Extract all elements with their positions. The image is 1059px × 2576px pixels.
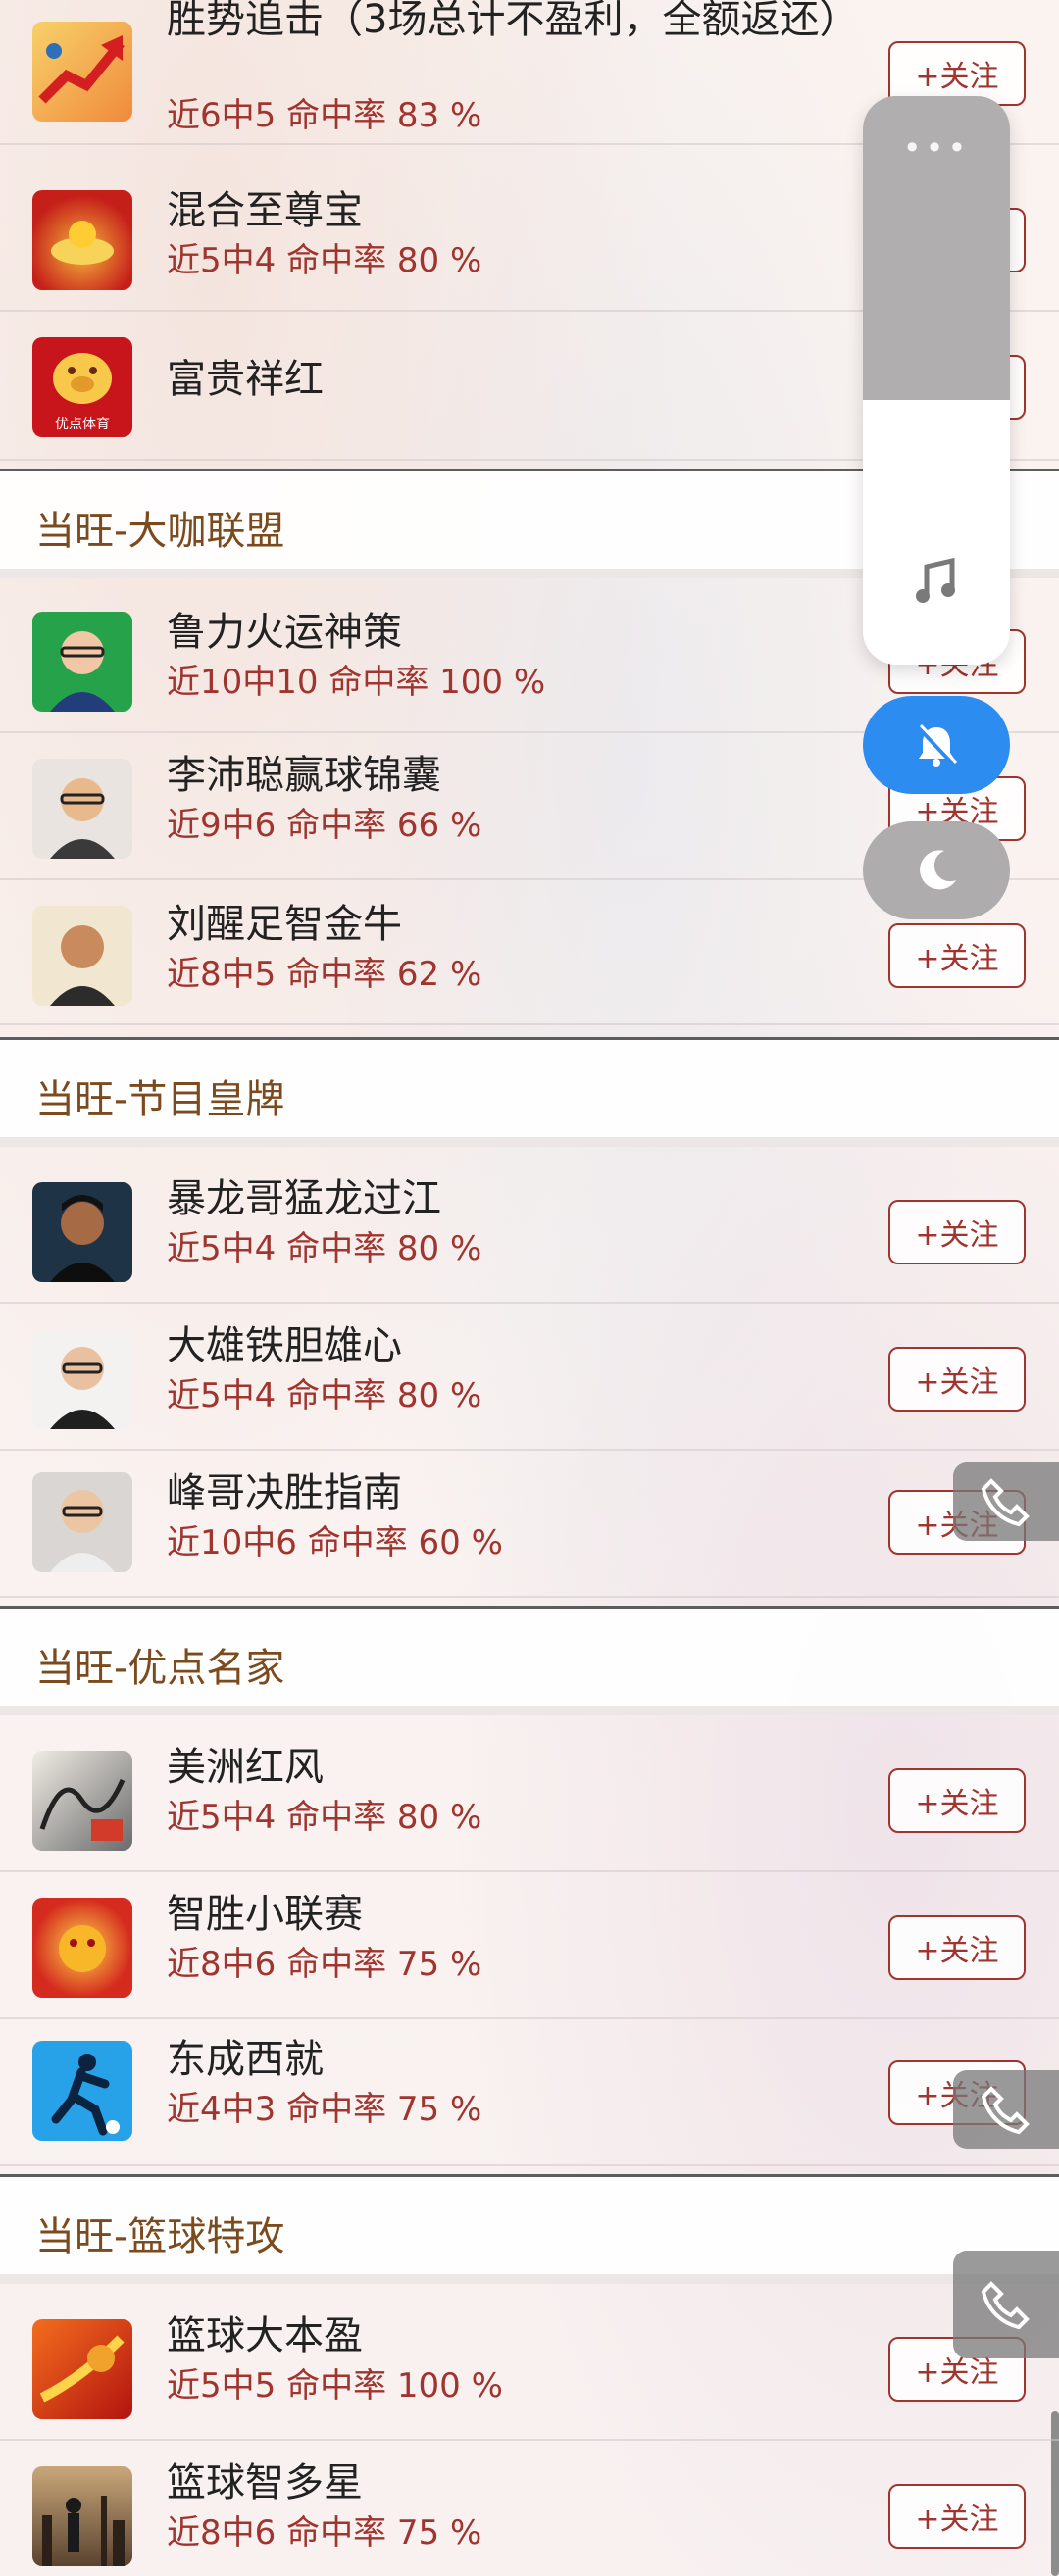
item-name: 智胜小联赛: [167, 1892, 363, 1937]
section-header: 当旺-篮球特攻: [0, 2174, 1059, 2284]
avatar: [32, 2319, 132, 2419]
item-name: 暴龙哥猛龙过江: [167, 1176, 441, 1221]
item-stat: 近5中4 命中率 80 %: [167, 1798, 482, 1837]
item-name: 富贵祥红: [167, 357, 324, 402]
avatar: [32, 2041, 132, 2141]
section-title: 当旺-优点名家: [35, 1646, 285, 1691]
list-item[interactable]: 美洲红风 近5中4 命中率 80 % +关注: [0, 1727, 1059, 1872]
bell-off-icon[interactable]: [863, 696, 1010, 794]
section-header: 当旺-优点名家: [0, 1606, 1059, 1715]
item-name: 美洲红风: [167, 1745, 324, 1790]
avatar: [32, 612, 132, 712]
item-name: 鲁力火运神策: [167, 610, 402, 655]
item-name: 李沛聪赢球锦囊: [167, 753, 441, 798]
item-stat: 近6中5 命中率 83 %: [167, 96, 482, 135]
item-name: 混合至尊宝: [167, 188, 363, 233]
list-item[interactable]: 暴龙哥猛龙过江 近5中4 命中率 80 % +关注: [0, 1159, 1059, 1304]
item-stat: 近8中6 命中率 75 %: [167, 2513, 482, 2552]
section-header: 当旺-节目皇牌: [0, 1037, 1059, 1147]
list-item[interactable]: 智胜小联赛 近8中6 命中率 75 % +关注: [0, 1874, 1059, 2019]
avatar: [32, 22, 132, 122]
follow-button[interactable]: +关注: [888, 1347, 1026, 1412]
follow-button[interactable]: +关注: [888, 923, 1026, 988]
avatar: [32, 1751, 132, 1851]
phone-icon[interactable]: [953, 1462, 1059, 1541]
list-item[interactable]: 东成西就 近4中3 命中率 75 % +关注: [0, 2021, 1059, 2166]
item-name: 篮球大本盈: [167, 2313, 363, 2358]
phone-icon[interactable]: [953, 2251, 1059, 2358]
item-stat: 近5中4 命中率 80 %: [167, 1376, 482, 1415]
item-name: 刘醒足智金牛: [167, 902, 402, 947]
item-stat: 近10中10 命中率 100 %: [167, 663, 546, 702]
list-item[interactable]: 篮球大本盈 近5中5 命中率 100 % +关注: [0, 2296, 1059, 2441]
avatar: [32, 1472, 132, 1572]
section-title: 当旺-大咖联盟: [35, 509, 285, 554]
item-stat: 近10中6 命中率 60 %: [167, 1523, 503, 1562]
avatar-caption: 优点体育: [55, 417, 110, 432]
avatar: [32, 1182, 132, 1282]
avatar: [32, 190, 132, 290]
item-stat: 近8中5 命中率 62 %: [167, 955, 482, 994]
avatar: [32, 1329, 132, 1429]
section-title: 当旺-篮球特攻: [35, 2214, 285, 2259]
avatar: 优点体育: [32, 337, 132, 437]
item-name: 篮球智多星: [167, 2460, 363, 2505]
section-title: 当旺-节目皇牌: [35, 1077, 285, 1122]
item-stat: 近5中4 命中率 80 %: [167, 241, 482, 280]
list-item[interactable]: 峰哥决胜指南 近10中6 命中率 60 % +关注: [0, 1453, 1059, 1598]
item-stat: 近8中6 命中率 75 %: [167, 1945, 482, 1984]
follow-button[interactable]: +关注: [888, 1915, 1026, 1980]
music-note-icon[interactable]: [863, 557, 1010, 619]
follow-button[interactable]: +关注: [888, 1200, 1026, 1264]
item-stat: 近4中3 命中率 75 %: [167, 2090, 482, 2129]
item-stat: 近9中6 命中率 66 %: [167, 806, 482, 845]
follow-button[interactable]: +关注: [888, 2484, 1026, 2549]
list-item[interactable]: 大雄铁胆雄心 近5中4 命中率 80 % +关注: [0, 1306, 1059, 1451]
list-item[interactable]: 篮球智多星 近8中6 命中率 75 % +关注: [0, 2443, 1059, 2576]
avatar: [32, 759, 132, 859]
item-name: 胜势追击（3场总计不盈利，全额返还）: [167, 0, 859, 42]
item-name: 东成西就: [167, 2037, 324, 2082]
avatar: [32, 906, 132, 1006]
follow-button[interactable]: +关注: [888, 1768, 1026, 1833]
moon-icon[interactable]: [863, 821, 1010, 919]
item-name: 大雄铁胆雄心: [167, 1323, 402, 1368]
more-options-icon[interactable]: •••: [863, 129, 1010, 167]
floating-control-panel[interactable]: •••: [863, 96, 1010, 665]
phone-icon[interactable]: [953, 2070, 1059, 2149]
item-stat: 近5中5 命中率 100 %: [167, 2366, 503, 2405]
avatar: [32, 2466, 132, 2566]
item-name: 峰哥决胜指南: [167, 1470, 402, 1515]
avatar: [32, 1898, 132, 1998]
item-stat: 近5中4 命中率 80 %: [167, 1229, 482, 1268]
